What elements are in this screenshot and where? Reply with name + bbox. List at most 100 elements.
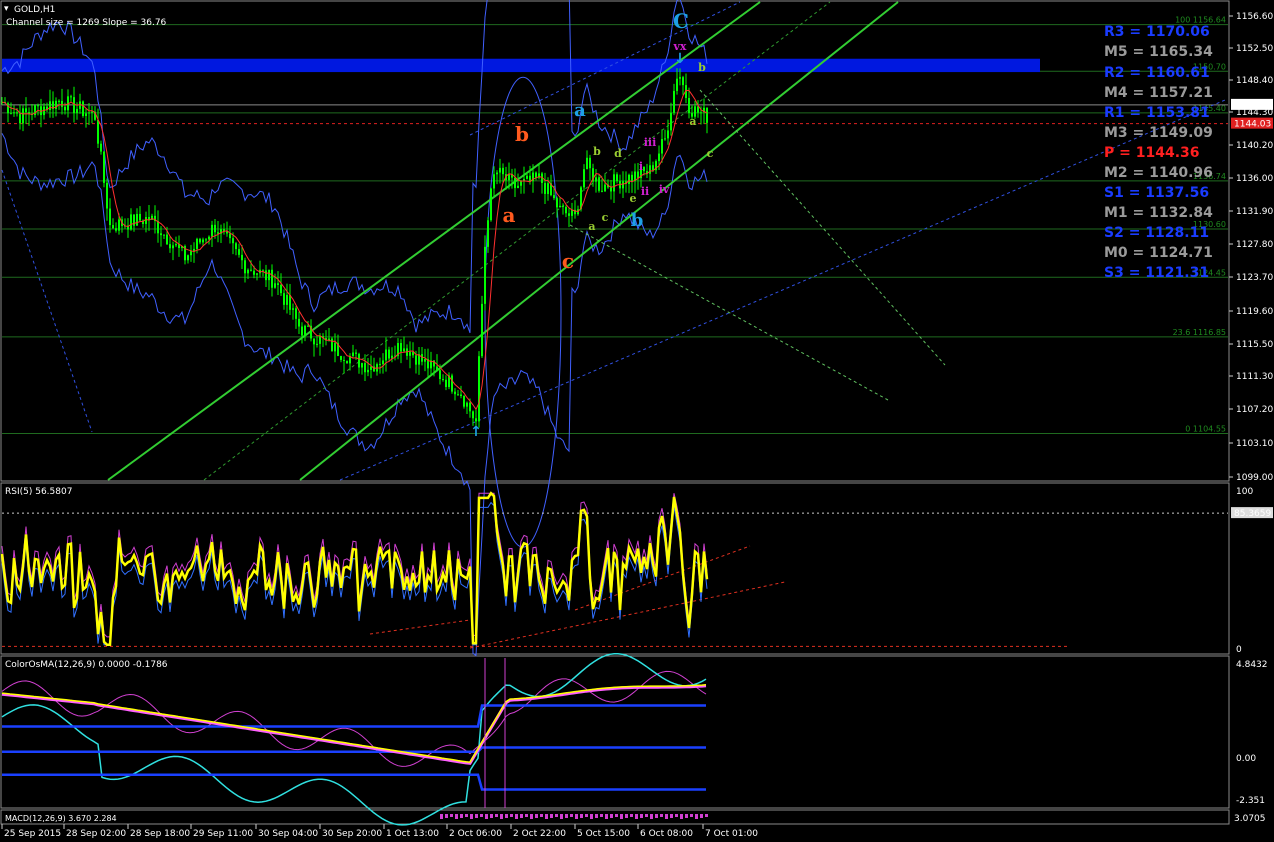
last-price-value: 1146.42	[1234, 101, 1271, 111]
candle-body	[82, 101, 84, 117]
macd-histogram-bar	[630, 814, 633, 817]
macd-histogram-bar	[465, 814, 468, 817]
macd-histogram-bar	[595, 814, 598, 818]
candle-body	[361, 363, 363, 368]
candle-body	[460, 394, 462, 397]
wave-label: a	[574, 100, 586, 121]
macd-histogram-bar	[665, 814, 668, 819]
macd-histogram-bar	[555, 814, 558, 817]
macd-histogram-bar	[540, 814, 543, 817]
main-panel[interactable]	[0, 0, 1230, 482]
macd-histogram-bar	[470, 814, 473, 819]
macd-histogram-bar	[635, 814, 638, 819]
candle-body	[553, 195, 555, 199]
candle-body	[160, 233, 162, 236]
rsi-axis-top: 100	[1236, 487, 1253, 497]
symbol-menu-icon[interactable]: ▾	[4, 4, 9, 14]
candle-body	[334, 342, 336, 352]
macd-histogram-bar	[565, 814, 568, 818]
ref-price-value: 1144.03	[1234, 120, 1271, 130]
candle-body	[250, 269, 252, 271]
candle-body	[631, 174, 633, 182]
pivot-label: M1 = 1132.84	[1104, 205, 1213, 221]
candle-body	[64, 106, 66, 111]
candle-body	[262, 269, 264, 271]
price-tick-label: 1119.60	[1236, 307, 1273, 317]
time-tick-label: 2 Oct 06:00	[449, 829, 502, 839]
pivot-label: S2 = 1128.11	[1104, 225, 1209, 241]
candle-body	[457, 394, 459, 396]
wave-label: c	[562, 249, 574, 273]
candle-body	[643, 166, 645, 172]
candle-body	[658, 153, 660, 162]
macd-histogram-bar	[505, 814, 508, 818]
candle-body	[439, 370, 441, 379]
price-tick-label: 1099.00	[1236, 473, 1273, 483]
candle-body	[106, 182, 108, 209]
candle-body	[520, 181, 522, 186]
candle-body	[244, 260, 246, 274]
macd-histogram-bar	[700, 814, 703, 818]
macd-histogram-bar	[545, 814, 548, 819]
candle-body	[307, 325, 309, 327]
resistance-zone	[2, 58, 1040, 73]
pivot-label: S3 = 1121.31	[1104, 265, 1209, 281]
candle-body	[514, 177, 516, 189]
wave-label: iv	[659, 183, 670, 196]
time-tick-label: 6 Oct 08:00	[640, 829, 693, 839]
candle-body	[100, 143, 102, 152]
wave-label: ii	[641, 185, 649, 198]
candle-body	[277, 283, 279, 285]
wave-label: a	[588, 220, 595, 233]
candle-body	[496, 172, 498, 175]
candle-body	[481, 303, 483, 357]
candle-body	[382, 360, 384, 364]
down-arrow-icon: ↓	[674, 51, 686, 67]
candle-body	[241, 254, 243, 261]
candle-body	[190, 251, 192, 256]
candle-body	[211, 224, 213, 237]
candle-body	[109, 208, 111, 226]
macd-histogram-bar	[605, 814, 608, 819]
candle-body	[535, 172, 537, 178]
macd-histogram-bar	[615, 814, 618, 817]
candle-body	[136, 213, 138, 226]
candle-body	[37, 105, 39, 107]
candle-body	[301, 326, 303, 336]
macd-histogram-bar	[600, 814, 603, 817]
candle-body	[472, 411, 474, 419]
macd-histogram-bar	[585, 814, 588, 817]
rsi-panel[interactable]	[0, 482, 1230, 655]
candle-body	[115, 228, 117, 231]
macd-histogram-bar	[520, 814, 523, 818]
candle-body	[238, 249, 240, 255]
symbol-label: GOLD,H1	[14, 5, 55, 15]
macd-histogram-bar	[660, 814, 663, 817]
candle-body	[604, 184, 606, 192]
macd-histogram-bar	[515, 814, 518, 819]
time-tick-label: 1 Oct 13:00	[386, 829, 439, 839]
candle-body	[271, 269, 273, 288]
candle-body	[673, 90, 675, 113]
candle-body	[139, 213, 141, 221]
macd-histogram-bar	[475, 814, 478, 818]
candle-body	[364, 363, 366, 373]
candle-body	[367, 369, 369, 373]
candle-body	[547, 183, 549, 194]
price-tick-label: 1111.30	[1236, 372, 1273, 382]
fib-level-label: 0 1104.55	[1185, 424, 1226, 433]
candle-body	[595, 177, 597, 182]
candle-body	[679, 77, 681, 79]
candle-body	[565, 206, 567, 214]
rsi-axis-bottom: 0	[1236, 645, 1242, 655]
candle-body	[463, 396, 465, 407]
candle-body	[199, 238, 201, 243]
macd-histogram-bar	[680, 814, 683, 819]
pivot-label: M0 = 1124.71	[1104, 245, 1213, 261]
candle-body	[22, 108, 24, 124]
candle-body	[13, 112, 15, 114]
price-tick-label: 1103.10	[1236, 439, 1273, 449]
candle-body	[436, 366, 438, 371]
pivot-label: M2 = 1140.96	[1104, 165, 1213, 181]
macd-histogram-bar	[500, 814, 503, 819]
